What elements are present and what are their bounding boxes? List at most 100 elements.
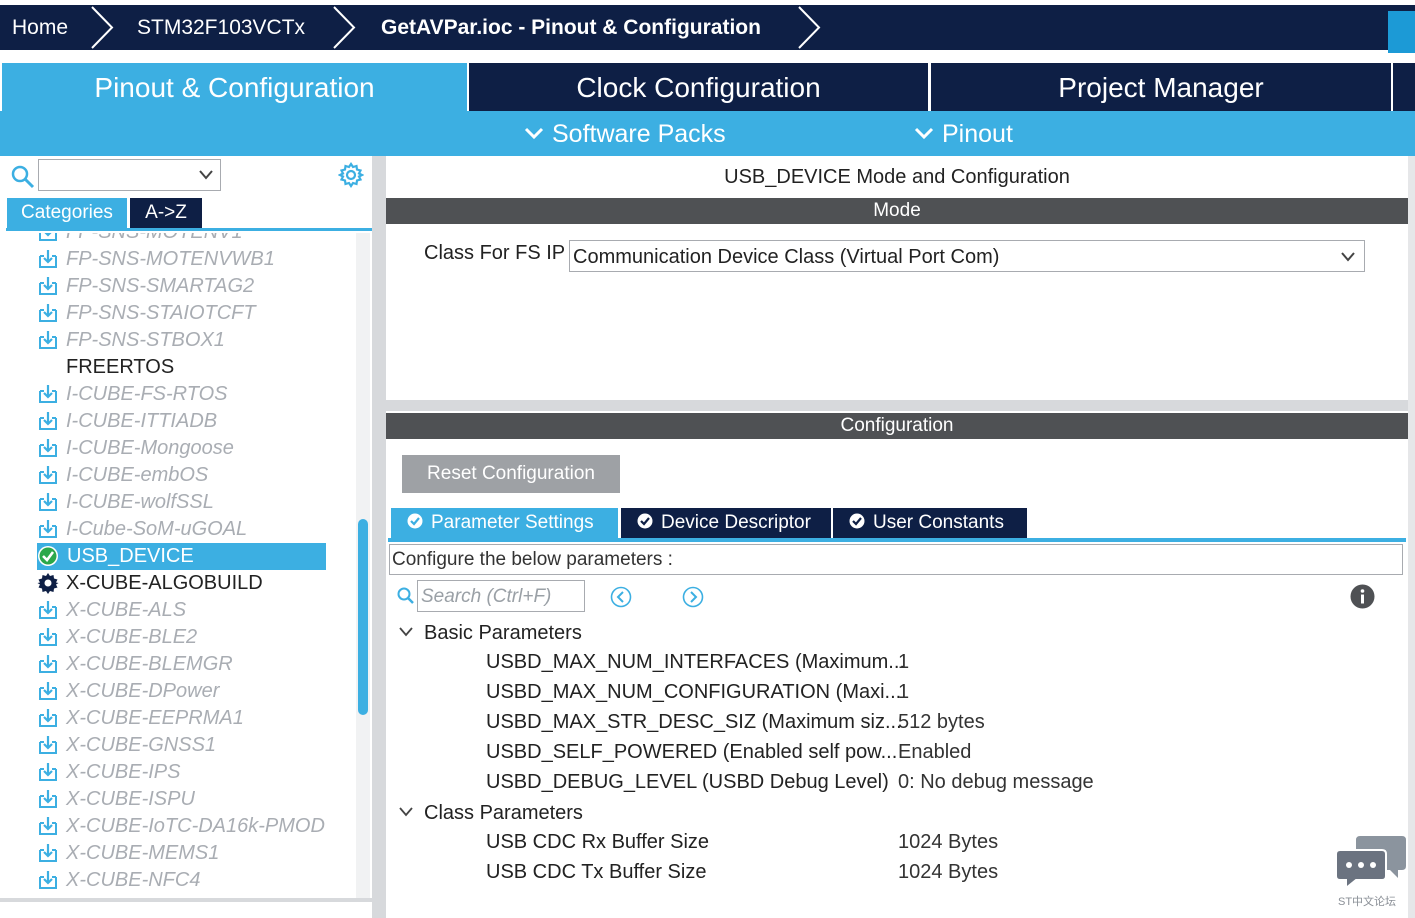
tab-parameter-settings[interactable]: Parameter Settings (391, 508, 618, 538)
tree-item[interactable]: X-CUBE-ALS (0, 597, 356, 624)
parameter-group[interactable]: Class Parameters (398, 800, 583, 826)
breadcrumb-mcu[interactable]: STM32F103VCTx (137, 5, 305, 50)
tree-item-label: I-CUBE-FS-RTOS (66, 383, 228, 405)
tree-item[interactable]: FP-SNS-STBOX1 (0, 327, 356, 354)
chevron-down-icon (399, 627, 413, 637)
parameter-name[interactable]: USB CDC Tx Buffer Size (486, 858, 706, 886)
search-combo[interactable] (38, 159, 221, 191)
class-fs-ip-value: Communication Device Class (Virtual Port… (573, 246, 1000, 268)
tab-pinout-configuration[interactable]: Pinout & Configuration (2, 63, 467, 111)
tab-a-z[interactable]: A->Z (130, 198, 202, 228)
software-packs-label: Software Packs (552, 120, 726, 148)
parameter-name[interactable]: USBD_SELF_POWERED (Enabled self pow... (486, 738, 897, 766)
tree-item[interactable]: X-CUBE-IPS (0, 759, 356, 786)
pinout-menu[interactable]: Pinout (914, 111, 1013, 156)
tree-item[interactable]: I-Cube-SoM-uGOAL (0, 516, 356, 543)
parameter-name[interactable]: USBD_MAX_STR_DESC_SIZ (Maximum siz... (486, 708, 902, 736)
tab-clock-configuration[interactable]: Clock Configuration (469, 63, 928, 111)
tree-item-label: X-CUBE-BLE2 (66, 626, 198, 648)
download-icon (39, 439, 57, 457)
tree-item[interactable]: FP-SNS-MOTENV1 (0, 233, 356, 246)
parameter-search-input[interactable]: Search (Ctrl+F) (417, 580, 585, 612)
right-scroll-edge (1408, 156, 1415, 918)
tree-scrollbar[interactable] (356, 233, 370, 898)
tree-item-label: X-CUBE-ISPU (66, 788, 195, 810)
parameter-value[interactable]: Enabled (898, 738, 971, 766)
parameter-name[interactable]: USBD_MAX_NUM_CONFIGURATION (Maxi... (486, 678, 901, 706)
breadcrumb-home[interactable]: Home (12, 5, 68, 50)
next-match-icon[interactable] (682, 586, 704, 608)
chevron-down-icon (914, 128, 934, 140)
breadcrumb-project[interactable]: GetAVPar.ioc - Pinout & Configuration (381, 5, 761, 50)
parameter-value[interactable]: 1 (898, 648, 909, 676)
software-packs-menu[interactable]: Software Packs (524, 111, 726, 156)
tree-item-label: I-CUBE-ITTIADB (66, 410, 218, 432)
download-icon (39, 466, 57, 484)
tree-item[interactable]: X-CUBE-ISPU (0, 786, 356, 813)
previous-match-icon[interactable] (610, 586, 632, 608)
check-circle-icon (849, 513, 865, 529)
download-icon (39, 493, 57, 511)
tree-item[interactable]: I-CUBE-FS-RTOS (0, 381, 356, 408)
tree-item[interactable]: X-CUBE-NFC4 (0, 867, 356, 894)
tree-item[interactable]: X-CUBE-BLEMGR (0, 651, 356, 678)
tree-item[interactable]: FREERTOS (0, 354, 356, 381)
download-icon (39, 817, 57, 835)
gear-icon[interactable] (338, 162, 364, 188)
tree-item[interactable]: USB_DEVICE (0, 543, 356, 570)
tree-item[interactable]: FP-SNS-SMARTAG2 (0, 273, 356, 300)
tree-item-label: X-CUBE-EEPRMA1 (66, 707, 244, 729)
tab-user-constants[interactable]: User Constants (833, 508, 1027, 538)
tree-item[interactable]: X-CUBE-IoTC-DA16k-PMOD (0, 813, 356, 840)
tab-categories[interactable]: Categories (7, 198, 127, 228)
tree-item[interactable]: FP-SNS-STAIOTCFT (0, 300, 356, 327)
mode-config-separator[interactable] (386, 400, 1408, 411)
tree-item-label: I-CUBE-Mongoose (66, 437, 234, 459)
tree-item[interactable]: X-CUBE-MEMS1 (0, 840, 356, 867)
search-icon[interactable] (11, 165, 35, 189)
sub-menu-bar: Software Packs Pinout (0, 111, 1415, 156)
parameter-value[interactable]: 512 bytes (898, 708, 985, 736)
tree-item-label: X-CUBE-DPower (66, 680, 220, 702)
config-tab-underline (388, 538, 1406, 542)
tree-item[interactable]: X-CUBE-GNSS1 (0, 732, 356, 759)
parameter-value[interactable]: 0: No debug message (898, 768, 1094, 796)
tab-parameter-settings-label: Parameter Settings (431, 512, 594, 533)
chat-bubble-icon[interactable] (1334, 834, 1408, 890)
parameter-name[interactable]: USB CDC Rx Buffer Size (486, 828, 709, 856)
parameter-value[interactable]: 1024 Bytes (898, 858, 998, 886)
parameter-search-placeholder: Search (Ctrl+F) (421, 586, 552, 607)
tree-item[interactable]: FP-SNS-MOTENVWB1 (0, 246, 356, 273)
tree-item[interactable]: X-CUBE-BLE2 (0, 624, 356, 651)
class-fs-ip-select[interactable]: Communication Device Class (Virtual Port… (569, 240, 1365, 272)
tree-item[interactable]: I-CUBE-Mongoose (0, 435, 356, 462)
parameter-value[interactable]: 1024 Bytes (898, 828, 998, 856)
tab-project-manager[interactable]: Project Manager (931, 63, 1391, 111)
scrollbar-thumb[interactable] (358, 519, 368, 715)
download-icon (39, 709, 57, 727)
tree-item[interactable]: X-CUBE-EEPRMA1 (0, 705, 356, 732)
reset-configuration-button[interactable]: Reset Configuration (402, 455, 620, 493)
tree-item[interactable]: I-CUBE-ITTIADB (0, 408, 356, 435)
parameter-name[interactable]: USBD_MAX_NUM_INTERFACES (Maximum... (486, 648, 905, 676)
parameter-value[interactable]: 1 (898, 678, 909, 706)
tree-item[interactable]: I-CUBE-wolfSSL (0, 489, 356, 516)
tab-device-descriptor[interactable]: Device Descriptor (621, 508, 831, 538)
tree-item-label: FP-SNS-STAIOTCFT (66, 302, 256, 324)
parameter-group[interactable]: Basic Parameters (398, 620, 582, 646)
tree-item-label: I-CUBE-wolfSSL (66, 491, 214, 513)
parameter-name[interactable]: USBD_DEBUG_LEVEL (USBD Debug Level) (486, 768, 889, 796)
tree-item[interactable]: X-CUBE-DPower (0, 678, 356, 705)
tree-item[interactable]: I-CUBE-embOS (0, 462, 356, 489)
tree-item-label: FP-SNS-STBOX1 (66, 329, 225, 351)
tree-item[interactable]: X-CUBE-ALGOBUILD (0, 570, 356, 597)
download-icon (39, 682, 57, 700)
panel-splitter[interactable] (372, 156, 386, 918)
download-icon (39, 628, 57, 646)
info-icon[interactable] (1350, 584, 1375, 609)
breadcrumb-bar: Home STM32F103VCTx GetAVPar.ioc - Pinout… (0, 5, 1415, 53)
tab-device-descriptor-label: Device Descriptor (661, 512, 811, 533)
download-icon (39, 277, 57, 295)
download-icon (39, 250, 57, 268)
check-circle-icon (637, 513, 653, 529)
